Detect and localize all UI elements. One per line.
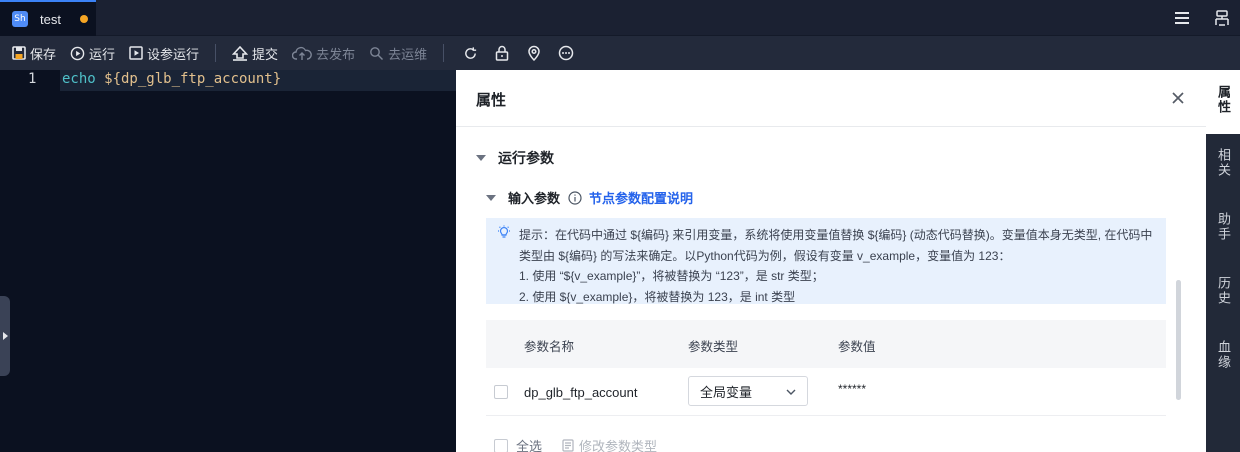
side-tabs: 属性 相关 助手 历史 血缘 — [1206, 70, 1240, 452]
expand-arrow-icon — [2, 332, 8, 340]
submit-button[interactable]: 提交 — [232, 44, 278, 63]
params-table: 参数名称 参数类型 参数值 dp_glb_ftp_account 全局变量 **… — [486, 320, 1166, 416]
toolbar: 保存 运行 设参运行 提交 去发布 去运维 — [0, 36, 1240, 70]
edit-param-type-label: 修改参数类型 — [579, 439, 658, 452]
caret-down-icon — [476, 155, 486, 161]
param-name: dp_glb_ftp_account — [524, 385, 638, 400]
tip-line: 1. 使用 “${v_example}”，将被替换为 “123”，是 str 类… — [519, 269, 824, 283]
refresh-icon[interactable] — [460, 43, 480, 63]
more-icon[interactable] — [556, 43, 576, 63]
lock-icon[interactable] — [492, 43, 512, 63]
code-variable: ${dp_glb_ftp_account} — [95, 71, 282, 87]
input-params-header: 输入参数 节点参数配置说明 — [486, 188, 693, 207]
column-header-type: 参数类型 — [688, 340, 739, 354]
run-with-params-button[interactable]: 设参运行 — [129, 44, 199, 63]
code-keyword: echo — [62, 71, 96, 87]
edit-param-type-button[interactable]: 修改参数类型 — [562, 436, 657, 452]
play-circle-icon — [70, 46, 85, 60]
close-icon[interactable] — [1168, 88, 1188, 108]
side-tab-label: 血缘 — [1216, 340, 1231, 370]
side-tab-properties[interactable]: 属性 — [1206, 70, 1240, 134]
ops-label: 去运维 — [388, 46, 428, 62]
row-checkbox[interactable] — [494, 385, 508, 399]
save-button[interactable]: 保存 — [12, 44, 56, 63]
side-tab-history[interactable]: 历史 — [1206, 276, 1240, 306]
param-type-value: 全局变量 — [700, 384, 753, 400]
tab-test[interactable]: Sh test — [0, 0, 96, 36]
panel-header: 属性 — [456, 70, 1206, 127]
toolbar-divider — [215, 44, 217, 62]
section-title: 运行参数 — [498, 150, 554, 166]
sidebar-toggle-handle[interactable] — [0, 296, 10, 376]
properties-panel: 属性 运行参数 输入参数 节点参数配置说明 提示：在代码中通过 ${编码} 来引… — [456, 70, 1206, 452]
param-type-select[interactable]: 全局变量 — [688, 376, 808, 406]
side-tab-label: 属性 — [1216, 85, 1231, 115]
play-square-icon — [129, 46, 143, 60]
param-value: ****** — [838, 382, 867, 396]
caret-down-icon[interactable] — [486, 194, 496, 201]
column-header-name: 参数名称 — [524, 340, 575, 354]
ops-button[interactable]: 去运维 — [369, 44, 427, 63]
line-number: 1 — [28, 71, 37, 87]
publish-label: 去发布 — [316, 46, 356, 62]
tab-title: test — [40, 11, 61, 27]
side-tab-label: 助手 — [1216, 212, 1231, 242]
input-params-title: 输入参数 — [508, 191, 561, 206]
scrollbar-thumb[interactable] — [1176, 280, 1181, 400]
lightbulb-icon — [498, 225, 510, 238]
table-footer: 全选 修改参数类型 — [494, 436, 657, 452]
cloud-upload-icon — [292, 46, 312, 60]
unsaved-dot-icon — [79, 15, 88, 23]
side-tab-related[interactable]: 相关 — [1206, 148, 1240, 178]
table-row: dp_glb_ftp_account 全局变量 ****** — [486, 368, 1166, 416]
tip-box: 提示：在代码中通过 ${编码} 来引用变量，系统将使用变量值替换 ${编码} (… — [486, 218, 1166, 304]
run-button[interactable]: 运行 — [70, 44, 115, 63]
tip-line: 类型由 ${编码} 的写法来确定。以Python代码为例，假设有变量 v_exa… — [519, 248, 1011, 263]
chevron-down-icon — [786, 389, 796, 395]
code-editor[interactable]: 1 echo ${dp_glb_ftp_account} — [0, 70, 456, 452]
tip-line: 2. 使用 ${v_example}，将被替换为 123，是 int 类型 — [519, 289, 796, 304]
select-all-checkbox[interactable] — [494, 438, 508, 452]
select-all-label[interactable]: 全选 — [516, 436, 542, 452]
side-tab-lineage[interactable]: 血缘 — [1206, 340, 1240, 370]
param-config-help-link[interactable]: 节点参数配置说明 — [589, 188, 693, 207]
column-header-value: 参数值 — [838, 340, 876, 354]
run-params-section-toggle[interactable]: 运行参数 — [476, 148, 554, 168]
code-text[interactable]: echo ${dp_glb_ftp_account} — [62, 71, 281, 87]
shell-file-icon: Sh — [12, 11, 28, 27]
save-icon — [12, 46, 26, 60]
run-label: 运行 — [89, 46, 116, 62]
save-label: 保存 — [30, 46, 57, 62]
publish-button[interactable]: 去发布 — [292, 44, 355, 63]
tip-line: 提示：在代码中通过 ${编码} 来引用变量，系统将使用变量值替换 ${编码} (… — [519, 228, 1153, 242]
side-tab-label: 历史 — [1216, 276, 1231, 306]
structure-icon[interactable] — [1209, 0, 1235, 36]
scrollbar[interactable] — [1176, 280, 1181, 400]
panel-title: 属性 — [476, 92, 507, 109]
submit-label: 提交 — [252, 46, 279, 62]
side-tab-label: 相关 — [1216, 148, 1231, 178]
wrench-icon — [370, 46, 384, 60]
code-line[interactable]: 1 echo ${dp_glb_ftp_account} — [0, 70, 456, 91]
toolbar-divider — [443, 44, 445, 62]
info-icon[interactable] — [568, 190, 582, 205]
table-header: 参数名称 参数类型 参数值 — [486, 320, 1166, 368]
tab-bar: Sh test — [0, 0, 1240, 36]
edit-list-icon — [562, 439, 574, 452]
upload-icon — [232, 45, 249, 61]
run-with-params-label: 设参运行 — [147, 46, 200, 62]
side-tab-assistant[interactable]: 助手 — [1206, 212, 1240, 242]
location-icon[interactable] — [524, 43, 544, 63]
menu-icon[interactable] — [1169, 0, 1195, 36]
